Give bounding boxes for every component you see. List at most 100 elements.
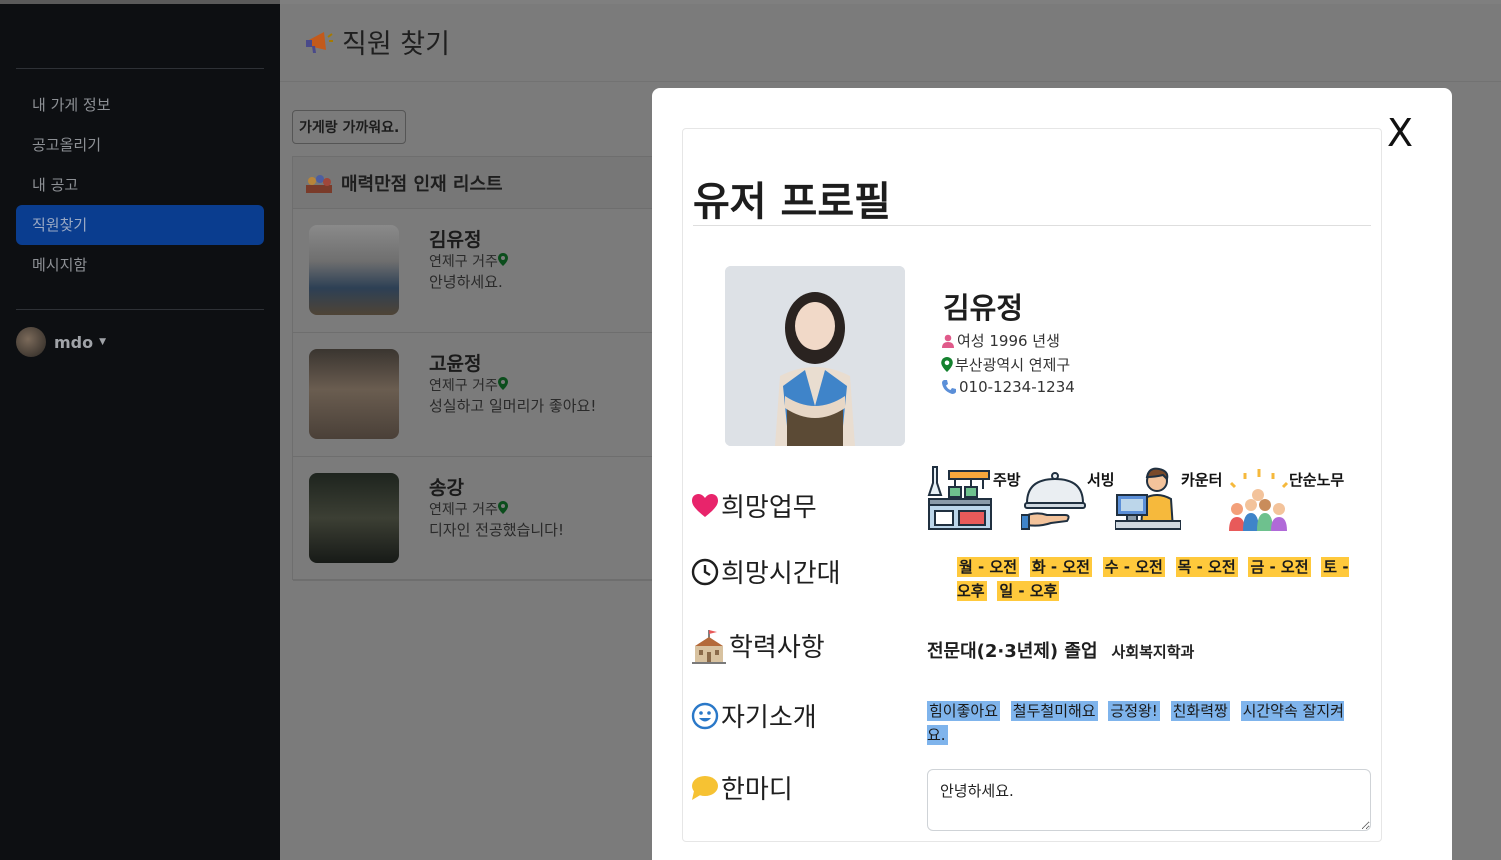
candidate-location: 연제구 거주 [429, 375, 508, 395]
education-info: 전문대(2·3년제) 졸업 사회복지학과 [927, 637, 1194, 663]
user-name: mdo [54, 332, 94, 352]
section-education-text: 학력사항 [729, 633, 825, 663]
clock-icon [691, 558, 719, 585]
profile-photo-image [725, 266, 905, 446]
candidate-message: 성실하고 일머리가 좋아요! [429, 397, 597, 415]
header-divider [280, 81, 1501, 82]
time-chip: 수 - 오전 [1102, 557, 1165, 577]
title-divider [693, 225, 1371, 226]
candidate-card[interactable]: 고윤정 연제구 거주 성실하고 일머리가 좋아요! [293, 333, 671, 457]
education-degree: 전문대(2·3년제) 졸업 [927, 641, 1098, 662]
candidate-photo [309, 473, 399, 563]
map-pin-icon [941, 357, 953, 372]
sidebar-divider [16, 68, 264, 69]
sidebar-item-messages[interactable]: 메시지함 [16, 245, 264, 285]
profile-address: 부산광역시 연제구 [941, 354, 1070, 375]
profile-gender-birth-text: 여성 1996 년생 [957, 332, 1060, 350]
megaphone-icon [306, 31, 333, 53]
candidate-card[interactable]: 김유정 연제구 거주 안녕하세요. [293, 209, 671, 333]
phone-icon [942, 380, 956, 394]
education-major: 사회복지학과 [1111, 643, 1195, 661]
job-label: 주방 [993, 471, 1021, 489]
school-building-icon [692, 629, 726, 664]
candidate-list: 매력만점 인재 리스트 김유정 연제구 거주 안녕하세요. 고윤정 연제구 거주… [292, 156, 672, 581]
map-pin-icon [497, 501, 508, 514]
sidebar-item-store-info[interactable]: 내 가게 정보 [16, 85, 264, 125]
heart-icon [692, 493, 718, 517]
time-chip: 금 - 오전 [1248, 557, 1311, 577]
job-list: 주방 서빙 카운터 단순노무 [927, 465, 1367, 531]
modal-title: 유저 프로필 [693, 179, 891, 225]
time-chip-list: 월 - 오전 화 - 오전 수 - 오전 목 - 오전 금 - 오전 토 - 오… [957, 555, 1357, 603]
section-time-text: 희망시간대 [721, 559, 841, 589]
people-crowd-icon [1229, 469, 1289, 531]
comment-textarea[interactable]: 안녕하세요. [927, 769, 1371, 831]
avatar [16, 327, 46, 357]
profile-address-text: 부산광역시 연제구 [955, 356, 1071, 374]
sidebar-item-my-jobs[interactable]: 내 공고 [16, 165, 264, 205]
section-comment-text: 한마디 [721, 775, 793, 805]
candidate-message: 안녕하세요. [429, 273, 503, 291]
user-profile-modal: X 유저 프로필 김유정 여성 1996 년생 부산광역시 연제구 010-12… [652, 88, 1452, 860]
section-jobs-label: 희망업무 [691, 487, 817, 524]
section-intro-text: 자기소개 [721, 703, 817, 733]
user-menu[interactable]: mdo ▼ [16, 326, 106, 358]
candidate-location: 연제구 거주 [429, 251, 508, 271]
section-comment-label: 한마디 [691, 769, 793, 806]
section-jobs-text: 희망업무 [721, 493, 817, 523]
sidebar-item-post-job[interactable]: 공고올리기 [16, 125, 264, 165]
serving-cloche-icon [1020, 472, 1086, 530]
time-chip: 일 - 오후 [997, 581, 1060, 601]
job-kitchen: 주방 [927, 465, 1023, 531]
person-icon [942, 334, 954, 348]
caret-down-icon: ▼ [99, 337, 107, 347]
profile-phone: 010-1234-1234 [941, 378, 1075, 396]
map-pin-icon [497, 377, 508, 390]
speech-bubble-icon [692, 775, 718, 800]
candidate-list-title: 매력만점 인재 리스트 [341, 173, 503, 195]
job-label: 단순노무 [1289, 471, 1345, 489]
candidate-location-text: 연제구 거주 [429, 254, 498, 270]
intro-tag: 철두철미해요 [1010, 701, 1098, 721]
time-chip: 월 - 오전 [957, 557, 1020, 577]
candidate-name: 김유정 [429, 229, 482, 251]
intro-tag: 긍정왕! [1108, 701, 1160, 721]
candidate-card[interactable]: 송강 연제구 거주 디자인 전공했습니다! [293, 457, 671, 581]
job-label: 서빙 [1087, 471, 1115, 489]
intro-tag: 친화력짱 [1170, 701, 1230, 721]
near-store-filter-button[interactable]: 가게랑 가까워요. [292, 110, 407, 144]
sidebar: 내 가게 정보 공고올리기 내 공고 직원찾기 메시지함 mdo ▼ [0, 0, 280, 860]
page-title: 직원 찾기 [304, 22, 450, 61]
sidebar-item-find-staff[interactable]: 직원찾기 [16, 205, 264, 245]
job-simple-labor: 단순노무 [1225, 465, 1355, 531]
profile-panel: 유저 프로필 김유정 여성 1996 년생 부산광역시 연제구 010-1234… [682, 128, 1382, 842]
candidate-photo [309, 349, 399, 439]
profile-phone-text: 010-1234-1234 [959, 378, 1075, 396]
section-time-label: 희망시간대 [691, 553, 841, 590]
cashier-icon [1114, 467, 1182, 530]
section-education-label: 학력사항 [691, 627, 825, 664]
job-label: 카운터 [1181, 471, 1223, 489]
candidate-location-text: 연제구 거주 [429, 502, 498, 518]
job-serving: 서빙 [1020, 465, 1117, 531]
candidate-message: 디자인 전공했습니다! [429, 521, 564, 539]
candidate-name: 송강 [429, 477, 464, 499]
job-counter: 카운터 [1114, 465, 1225, 531]
candidate-location-text: 연제구 거주 [429, 378, 498, 394]
smile-icon [691, 702, 719, 729]
sidebar-divider [16, 309, 264, 310]
map-pin-icon [497, 253, 508, 266]
top-divider [0, 0, 280, 4]
candidate-name: 고윤정 [429, 353, 482, 375]
time-chip: 화 - 오전 [1029, 557, 1092, 577]
page-title-text: 직원 찾기 [342, 29, 450, 60]
candidate-photo [309, 225, 399, 315]
profile-photo [725, 266, 905, 446]
top-divider [280, 0, 1501, 4]
candidate-list-header: 매력만점 인재 리스트 [293, 157, 671, 209]
people-group-icon [306, 174, 332, 193]
intro-tag: 힘이좋아요 [927, 701, 1001, 721]
time-chip: 목 - 오전 [1175, 557, 1238, 577]
kitchen-icon [927, 466, 992, 530]
close-button[interactable]: X [1387, 114, 1413, 152]
